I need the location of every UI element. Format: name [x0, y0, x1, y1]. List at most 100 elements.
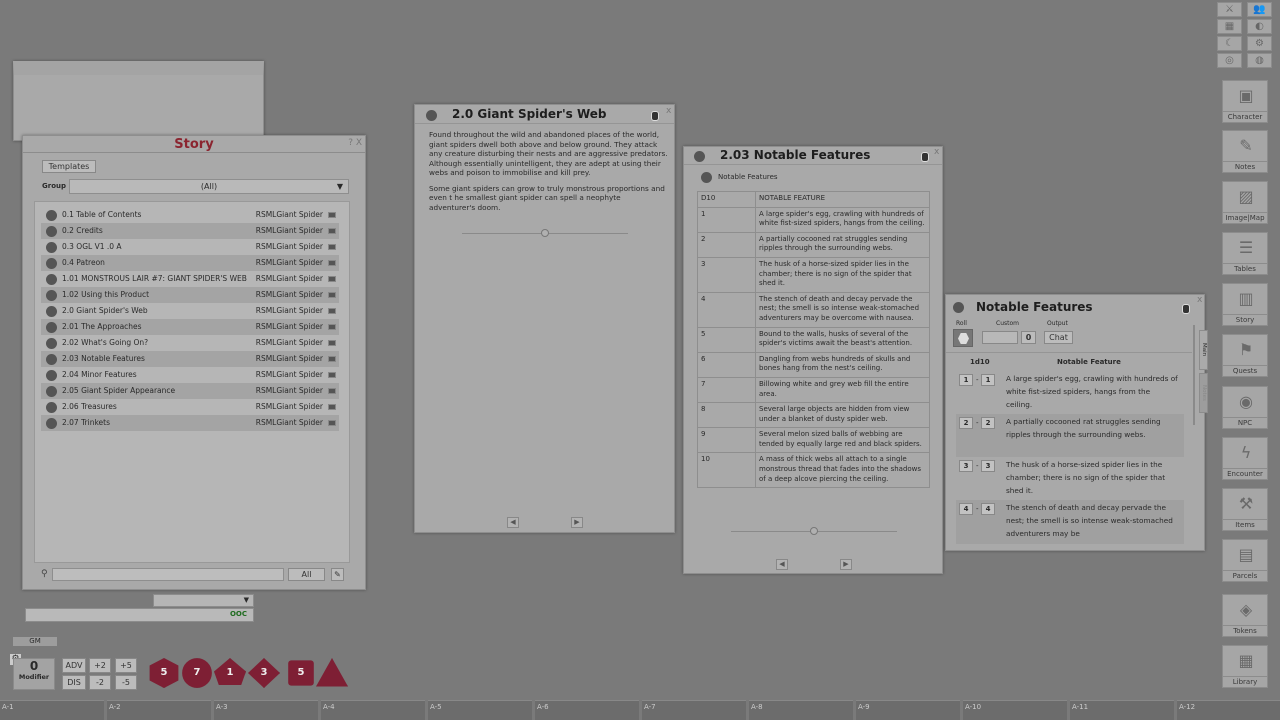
dis-button[interactable]: DIS	[62, 675, 86, 690]
hotkey-slot[interactable]: A-2	[107, 700, 211, 720]
sidebar-library-button[interactable]: ▦ Library	[1222, 645, 1268, 688]
share-toggle-icon[interactable]	[328, 356, 336, 362]
story-list-item[interactable]: 0.3 OGL V1 .0 A RSMLGiant Spider	[41, 239, 339, 255]
close-icon[interactable]: x	[934, 147, 939, 157]
share-toggle-icon[interactable]	[328, 404, 336, 410]
share-toggle-icon[interactable]	[328, 276, 336, 282]
hotkey-slot[interactable]: A-7	[642, 700, 746, 720]
lock-icon[interactable]	[1182, 304, 1190, 314]
people-icon[interactable]: 👥	[1247, 2, 1272, 17]
modifier-box[interactable]: 0 Modifier	[13, 658, 55, 690]
table-link-icon[interactable]	[701, 172, 712, 183]
plus5-button[interactable]: +5	[115, 658, 137, 673]
slider-knob[interactable]	[541, 229, 549, 237]
previous-page-button[interactable]: ◀	[776, 559, 788, 570]
story-list-item[interactable]: 2.02 What's Going On? RSMLGiant Spider	[41, 335, 339, 351]
story-list-item[interactable]: 2.0 Giant Spider's Web RSMLGiant Spider	[41, 303, 339, 319]
share-toggle-icon[interactable]	[328, 228, 336, 234]
hotkey-slot[interactable]: A-1	[0, 700, 104, 720]
sidebar-npc-button[interactable]: ◉ NPC	[1222, 386, 1268, 429]
templates-button[interactable]: Templates	[42, 160, 96, 173]
hotkey-slot[interactable]: A-11	[1070, 700, 1174, 720]
hotkey-slot[interactable]: A-9	[856, 700, 960, 720]
sword-icon[interactable]: ⚔	[1217, 2, 1242, 17]
sidebar-items-button[interactable]: ⚒ Items	[1222, 488, 1268, 531]
story-list-item[interactable]: 0.4 Patreon RSMLGiant Spider	[41, 255, 339, 271]
tab-main[interactable]: Main	[1199, 330, 1208, 370]
roll-button[interactable]	[953, 329, 973, 347]
calendar-icon[interactable]: ▦	[1217, 19, 1242, 34]
hotkey-slot[interactable]: A-10	[963, 700, 1067, 720]
chat-input[interactable]: OOC	[25, 608, 254, 622]
story-list-item[interactable]: 2.07 Trinkets RSMLGiant Spider	[41, 415, 339, 431]
story-list-item[interactable]: 2.03 Notable Features RSMLGiant Spider	[41, 351, 339, 367]
share-toggle-icon[interactable]	[328, 260, 336, 266]
story-list-item[interactable]: 1.01 MONSTROUS LAIR #7: GIANT SPIDER'S W…	[41, 271, 339, 287]
moon-icon[interactable]: ☾	[1217, 36, 1242, 51]
lock-icon[interactable]	[921, 152, 929, 162]
lock-icon[interactable]	[651, 111, 659, 121]
story-list-item[interactable]: 2.06 Treasures RSMLGiant Spider	[41, 399, 339, 415]
table-link[interactable]: Notable Features	[718, 173, 778, 181]
close-icon[interactable]: x	[1197, 295, 1202, 305]
story-list-item[interactable]: 0.1 Table of Contents RSMLGiant Spider	[41, 207, 339, 223]
d10-icon[interactable]: 1	[214, 658, 246, 685]
group-select[interactable]: (All) ▼	[69, 179, 349, 194]
zoom-slider[interactable]	[462, 229, 628, 237]
output-select[interactable]: Chat	[1044, 331, 1073, 344]
share-toggle-icon[interactable]	[328, 372, 336, 378]
next-page-button[interactable]: ▶	[571, 517, 583, 528]
slider-knob[interactable]	[810, 527, 818, 535]
scrollbar[interactable]	[1193, 325, 1195, 425]
hotkey-slot[interactable]: A-12	[1177, 700, 1280, 720]
sidebar-image-map-button[interactable]: ▨ Image|Map	[1222, 181, 1268, 224]
camera-user-icon[interactable]: ◍	[1247, 53, 1272, 68]
edit-list-icon[interactable]: ✎	[331, 568, 344, 581]
help-close-icons[interactable]: ? X	[348, 138, 362, 148]
zoom-slider[interactable]	[731, 527, 897, 535]
story-list-item[interactable]: 0.2 Credits RSMLGiant Spider	[41, 223, 339, 239]
close-icon[interactable]: x	[666, 106, 671, 116]
chat-mode[interactable]: OOC	[230, 610, 247, 618]
focus-icon[interactable]: ◎	[1217, 53, 1242, 68]
share-toggle-icon[interactable]	[328, 212, 336, 218]
d4-icon[interactable]	[316, 658, 348, 687]
story-list-item[interactable]: 2.04 Minor Features RSMLGiant Spider	[41, 367, 339, 383]
minus2-button[interactable]: -2	[89, 675, 111, 690]
sidebar-character-button[interactable]: ▣ Character	[1222, 80, 1268, 123]
sidebar-tables-button[interactable]: ☰ Tables	[1222, 232, 1268, 275]
plus2-button[interactable]: +2	[89, 658, 111, 673]
share-toggle-icon[interactable]	[328, 292, 336, 298]
sidebar-parcels-button[interactable]: ▤ Parcels	[1222, 539, 1268, 582]
previous-page-button[interactable]: ◀	[507, 517, 519, 528]
hotkey-slot[interactable]: A-5	[428, 700, 532, 720]
chat-identity-select[interactable]: ▼	[153, 594, 254, 607]
sidebar-notes-button[interactable]: ✎ Notes	[1222, 130, 1268, 173]
next-page-button[interactable]: ▶	[840, 559, 852, 570]
search-input[interactable]	[52, 568, 284, 581]
d8-icon[interactable]: 3	[248, 658, 280, 688]
palette-icon[interactable]: ◐	[1247, 19, 1272, 34]
d20-icon[interactable]: 5	[149, 658, 179, 688]
story-list-item[interactable]: 2.01 The Approaches RSMLGiant Spider	[41, 319, 339, 335]
story-list-item[interactable]: 2.05 Giant Spider Appearance RSMLGiant Sp…	[41, 383, 339, 399]
minus5-button[interactable]: -5	[115, 675, 137, 690]
sidebar-story-button[interactable]: ▥ Story	[1222, 283, 1268, 326]
hotkey-slot[interactable]: A-3	[214, 700, 318, 720]
sidebar-quests-button[interactable]: ⚑ Quests	[1222, 334, 1268, 377]
share-toggle-icon[interactable]	[328, 388, 336, 394]
adv-button[interactable]: ADV	[62, 658, 86, 673]
gm-tab[interactable]: GM	[13, 637, 57, 646]
d12-icon[interactable]: 7	[182, 658, 212, 688]
gear-icon[interactable]: ⚙	[1247, 36, 1272, 51]
hotkey-slot[interactable]: A-8	[749, 700, 853, 720]
share-toggle-icon[interactable]	[328, 244, 336, 250]
tab-notes[interactable]: Notes	[1199, 373, 1208, 413]
story-list-item[interactable]: 1.02 Using this Product RSMLGiant Spider	[41, 287, 339, 303]
hotkey-slot[interactable]: A-4	[321, 700, 425, 720]
share-toggle-icon[interactable]	[328, 340, 336, 346]
custom-modifier-field[interactable]: 0	[1021, 331, 1036, 344]
share-toggle-icon[interactable]	[328, 308, 336, 314]
hotkey-slot[interactable]: A-6	[535, 700, 639, 720]
d6-icon[interactable]: 5	[288, 660, 314, 686]
